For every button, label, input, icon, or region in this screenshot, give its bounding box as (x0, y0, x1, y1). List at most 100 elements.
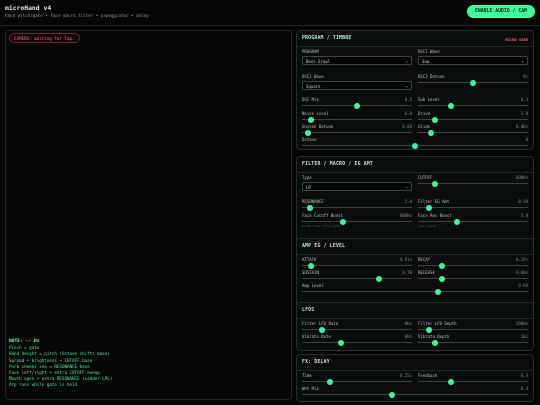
slider-track[interactable] (418, 105, 528, 107)
osc1-wave-select[interactable]: Saw ⌄ (418, 56, 528, 65)
slider-value: 0.60s (515, 270, 528, 275)
slider-thumb[interactable] (428, 129, 435, 136)
note-panel: NOTE: -- Hz Pinch = gate Hand height = p… (9, 339, 112, 389)
slider-label: Filter LFO Depth (418, 321, 457, 326)
osc1-wave-value: Saw (422, 58, 430, 64)
slider-thumb[interactable] (304, 129, 311, 136)
slider-hint: mouth face left/right (302, 224, 340, 228)
slider-thumb[interactable] (339, 218, 346, 225)
delay-panel: FX: DELAY Time 0.25s Feedback 0.3 Wet Mi… (296, 354, 534, 402)
panel-title: PROGRAM / TIMBRE (302, 36, 352, 41)
osc2-wave-select[interactable]: Square ⌄ (302, 81, 412, 90)
slider-value: 0.60 (518, 283, 528, 288)
slider-value: 0.70 (402, 270, 412, 275)
slider-label: Octave (302, 137, 317, 142)
program-label: PROGRAM (302, 49, 319, 54)
slider-track[interactable] (418, 132, 528, 134)
slider-track[interactable] (302, 278, 412, 280)
slider-thumb[interactable] (412, 142, 418, 149)
panel-title: FILTER / MACRO / EG AMT (302, 162, 374, 167)
slider-thumb[interactable] (306, 204, 313, 211)
slider-value: 0.00s (515, 124, 528, 129)
slider-thumb[interactable] (448, 102, 454, 109)
slider-label: ATTACK (302, 257, 317, 262)
note-line: Hand height = pitch (Octave shifts base) (9, 351, 110, 357)
program-select[interactable]: Bass Growl ⌄ (302, 56, 412, 65)
slider-value: 0.00 (402, 124, 412, 129)
slider-value: 0 (525, 137, 528, 142)
slider-track[interactable] (418, 329, 528, 331)
slider-track[interactable] (302, 342, 412, 344)
program-tag: MICRO VIBE (505, 37, 528, 42)
filter-type-select[interactable]: LP ⌄ (302, 182, 412, 191)
slider-track[interactable] (418, 278, 528, 280)
slider-thumb[interactable] (439, 275, 446, 282)
lfos-panel: LFOS Filter LFO Rate 0Hz Filter LFO Dept… (296, 302, 534, 351)
slider-thumb[interactable] (389, 391, 396, 398)
slider-value: 5.0 (404, 199, 412, 204)
osc1-wave-label: OSC1 Wave (418, 49, 440, 54)
slider-thumb[interactable] (453, 218, 460, 225)
slider-thumb[interactable] (337, 339, 344, 346)
slider-thumb[interactable] (376, 275, 382, 282)
panel-title: AMP EG / LEVEL (302, 244, 346, 249)
slider-thumb[interactable] (318, 326, 325, 333)
slider-thumb[interactable] (307, 116, 314, 123)
slider-track[interactable] (302, 394, 528, 396)
slider-track[interactable] (302, 265, 412, 267)
slider-value: 0.50 (518, 199, 528, 204)
slider-value: 0.3 (520, 97, 528, 102)
slider-thumb[interactable] (326, 378, 333, 385)
slider-label: RESONANCE (302, 199, 324, 204)
slider-label: DECAY (418, 257, 431, 262)
camera-view: CAMERA: waiting for tap. NOTE: -- Hz Pin… (5, 30, 292, 400)
slider-thumb[interactable] (426, 326, 432, 333)
slider-track[interactable] (302, 291, 528, 293)
slider-thumb[interactable] (431, 339, 438, 346)
slider-track[interactable] (302, 119, 412, 121)
program-select-value: Bass Growl (306, 58, 331, 64)
slider-label: Amp Level (302, 283, 324, 288)
slider-thumb[interactable] (354, 102, 360, 109)
slider-value: 0.3 (520, 373, 528, 378)
slider-thumb[interactable] (434, 288, 441, 295)
slider-thumb[interactable] (439, 262, 446, 269)
app-subtitle: hand pitch/gate • face macro filter • ar… (5, 13, 149, 18)
filter-type-value: LP (306, 184, 311, 190)
slider-track[interactable] (418, 221, 528, 223)
slider-track[interactable] (302, 381, 412, 383)
slider-thumb[interactable] (307, 262, 314, 269)
panel-divider (297, 254, 533, 255)
slider-track[interactable] (302, 132, 412, 134)
app-title: microHand v4 (5, 4, 52, 12)
slider-value: 0.20s (515, 257, 528, 262)
slider-thumb[interactable] (431, 116, 438, 123)
slider-thumb[interactable] (448, 378, 454, 385)
slider-thumb[interactable] (470, 79, 476, 86)
slider-track[interactable] (418, 265, 528, 267)
slider-label: Face Res Boost (418, 213, 452, 218)
slider-track[interactable] (418, 207, 528, 209)
slider-value: 500Hz (515, 321, 528, 326)
slider-thumb[interactable] (426, 204, 432, 211)
slider-label: Filter EG Amt (418, 199, 450, 204)
slider-value: 0Hz (404, 334, 412, 339)
slider-label: Time (302, 373, 312, 378)
slider-label: Unison Detune (302, 124, 334, 129)
slider-hint: open mouth (418, 224, 437, 228)
slider-thumb[interactable] (431, 180, 438, 187)
camera-status-badge: CAMERA: waiting for tap. (9, 33, 80, 43)
slider-label: Vibrato Depth (418, 334, 450, 339)
slider-value: 10c (520, 334, 528, 339)
panel-divider (297, 318, 533, 319)
slider-value: 0.25s (399, 373, 412, 378)
slider-track[interactable] (418, 381, 528, 383)
slider-value: 0.5 (404, 97, 412, 102)
enable-audio-cam-button[interactable]: ENABLE AUDIO / CAM (467, 5, 535, 18)
slider-track[interactable] (302, 207, 412, 209)
slider-value: 0.01s (399, 257, 412, 262)
chevron-down-icon: ⌄ (405, 58, 408, 63)
slider-label: Face Cutoff Boost (302, 213, 343, 218)
slider-track[interactable] (302, 221, 412, 223)
chevron-down-icon: ⌄ (521, 58, 524, 63)
